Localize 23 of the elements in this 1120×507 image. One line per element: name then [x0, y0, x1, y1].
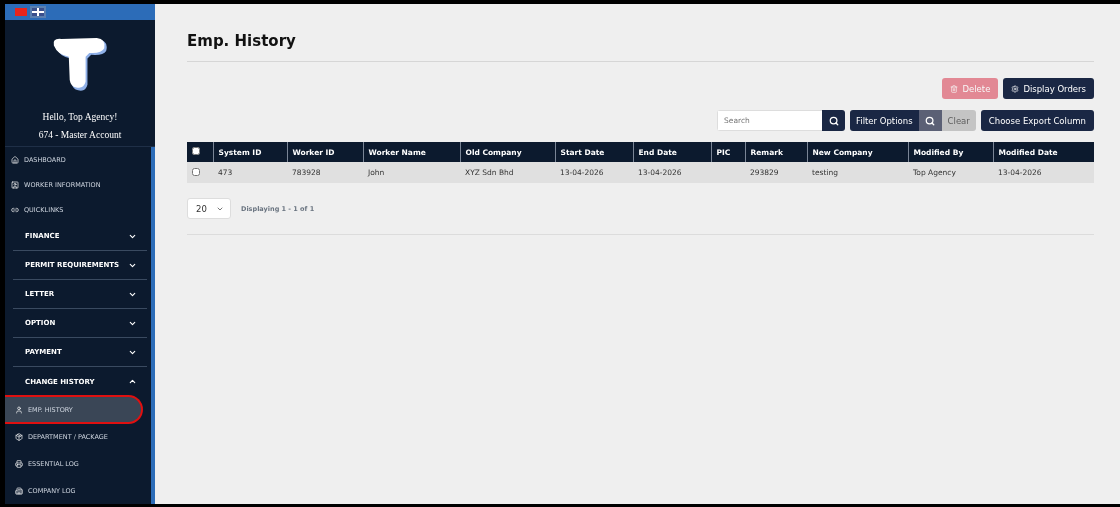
- trash-icon: [950, 84, 959, 93]
- settings-icon: [1011, 84, 1020, 93]
- filter-options-button[interactable]: Filter Options: [850, 110, 919, 131]
- flag-icon[interactable]: [32, 7, 44, 16]
- chevron-up-icon: [128, 377, 137, 386]
- page-title: Emp. History: [187, 32, 1094, 62]
- printer-icon: [15, 459, 23, 468]
- person-icon: [11, 180, 19, 189]
- greeting-text: Hello, Top Agency!: [41, 112, 119, 122]
- select-all-checkbox[interactable]: [192, 147, 200, 155]
- page-size-select[interactable]: 20: [187, 198, 231, 219]
- search-icon: [828, 115, 839, 126]
- export-column-button[interactable]: Choose Export Column: [980, 110, 1094, 131]
- row-checkbox[interactable]: [192, 167, 200, 176]
- building-icon: [15, 486, 23, 495]
- link-icon: [11, 205, 19, 214]
- user-icon: [15, 405, 23, 414]
- display-orders-button[interactable]: Display Orders: [1003, 78, 1094, 99]
- search-button[interactable]: [822, 110, 846, 131]
- home-icon: [11, 155, 19, 164]
- search-icon: [925, 115, 936, 126]
- package-icon: [15, 432, 23, 441]
- search-button[interactable]: [918, 110, 942, 131]
